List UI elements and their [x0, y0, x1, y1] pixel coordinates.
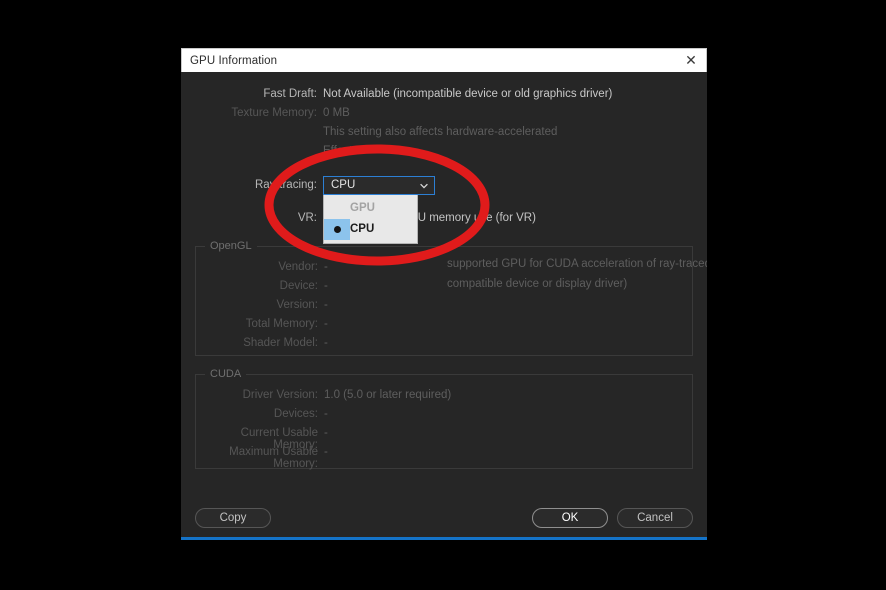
dialog-title: GPU Information [190, 54, 278, 67]
row-cuda-devices: Devices: - [196, 408, 692, 427]
row-opengl-vendor: Vendor: - [196, 261, 692, 280]
row-opengl-total-memory: Total Memory: - [196, 318, 692, 337]
dropdown-option-label: GPU [350, 202, 375, 214]
radio-indicator [324, 198, 350, 219]
gpu-information-dialog: GPU Information ✕ Fast Draft: Not Availa… [181, 48, 707, 540]
row-opengl-device: Device: - [196, 280, 692, 299]
close-icon[interactable]: ✕ [676, 49, 706, 71]
dialog-body: Fast Draft: Not Available (incompatible … [181, 72, 707, 537]
ok-button[interactable]: OK [532, 508, 608, 528]
ray-tracing-selected-value: CPU [331, 179, 356, 191]
opengl-group-title: OpenGL [205, 240, 257, 252]
row-cuda-maximum-usable-memory: Maximum Usable Memory: - [196, 446, 692, 470]
row-value: This setting also affects hardware-accel… [323, 126, 558, 138]
cuda-group-title: CUDA [205, 368, 247, 380]
dropdown-option-label: CPU [350, 223, 375, 235]
ray-tracing-row: Ray-tracing: CPU GPU CPU [181, 174, 707, 244]
row-label: Device: [279, 280, 318, 292]
row-value: - [324, 446, 328, 458]
row-value: 0 MB [323, 107, 350, 119]
vr-label: VR: [297, 212, 317, 224]
row-fast-draft: Fast Draft: Not Available (incompatible … [181, 88, 707, 107]
row-value: Not Available (incompatible device or ol… [323, 88, 613, 100]
row-label: Shader Model: [243, 337, 318, 349]
row-value: - [324, 408, 328, 420]
row-texture-memory: Texture Memory: 0 MB [181, 107, 707, 126]
row-value: 1.0 (5.0 or later required) [324, 389, 452, 401]
row-value: - [324, 337, 328, 349]
dialog-titlebar: GPU Information ✕ [181, 48, 707, 72]
row-opengl-version: Version: - [196, 299, 692, 318]
opengl-group: OpenGL Vendor: - Device: - Version: - To… [195, 240, 693, 356]
row-value: - [324, 280, 328, 292]
vr-row: VR: Aggressive GPU memory use (for VR) [181, 208, 707, 228]
row-hardware-accelerated-note: This setting also affects hardware-accel… [181, 126, 707, 145]
row-label: Total Memory: [245, 318, 318, 330]
ray-tracing-label: Ray-tracing: [255, 179, 317, 191]
row-label: Driver Version: [242, 389, 318, 401]
row-hardware-accelerated-note-2: Effects [181, 145, 707, 164]
screen-canvas: GPU Information ✕ Fast Draft: Not Availa… [0, 0, 886, 590]
row-label: Version: [276, 299, 318, 311]
row-value: - [324, 318, 328, 330]
row-label: Maximum Usable Memory: [229, 446, 318, 470]
row-label: Texture Memory: [231, 107, 317, 119]
chevron-down-icon [420, 181, 428, 189]
radio-indicator-selected [324, 218, 350, 240]
dropdown-option-gpu: GPU [324, 198, 417, 219]
row-value: - [324, 427, 328, 439]
ray-tracing-dropdown-list[interactable]: GPU CPU [323, 194, 418, 244]
row-value: - [324, 261, 328, 273]
row-label: Devices: [273, 408, 318, 420]
ray-tracing-select[interactable]: CPU [323, 175, 435, 195]
cuda-group: CUDA Driver Version: 1.0 (5.0 or later r… [195, 368, 693, 470]
row-cuda-current-usable-memory: Current Usable Memory: - [196, 427, 692, 451]
dialog-footer: Copy OK Cancel [181, 507, 707, 529]
row-label: Vendor: [278, 261, 318, 273]
row-opengl-shader-model: Shader Model: - [196, 337, 692, 356]
row-label: Fast Draft: [263, 88, 317, 100]
cancel-button[interactable]: Cancel [617, 508, 693, 528]
gpu-info-rows: Fast Draft: Not Available (incompatible … [181, 72, 707, 164]
row-cuda-driver-version: Driver Version: 1.0 (5.0 or later requir… [196, 389, 692, 408]
dropdown-option-cpu[interactable]: CPU [324, 218, 417, 240]
copy-button[interactable]: Copy [195, 508, 271, 528]
row-value: - [324, 299, 328, 311]
row-value: Effects [323, 145, 358, 157]
